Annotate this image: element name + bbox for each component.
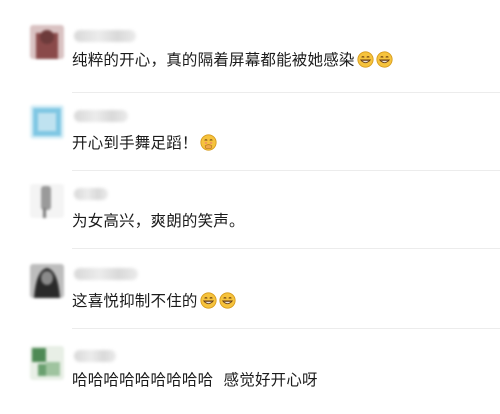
grinning-emoji-icon <box>200 292 217 309</box>
username-blurred[interactable] <box>74 110 128 122</box>
comment-text-content: 开心到手舞足蹈！ <box>72 134 198 152</box>
hand-over-mouth-emoji-icon <box>200 134 217 151</box>
avatar[interactable] <box>30 264 64 298</box>
username-blurred[interactable] <box>74 188 108 200</box>
comment-text: 纯粹的开心，真的隔着屏幕都能被她感染 <box>72 50 393 70</box>
comment-text: 为女高兴，爽朗的笑声。 <box>72 211 245 231</box>
comment-text-content: 为女高兴，爽朗的笑声。 <box>72 212 245 230</box>
avatar[interactable] <box>30 105 64 139</box>
divider <box>72 170 500 171</box>
username-blurred[interactable] <box>74 268 138 280</box>
grinning-emoji-icon <box>376 51 393 68</box>
avatar[interactable] <box>30 346 64 380</box>
username-blurred[interactable] <box>74 350 116 362</box>
comment-text-content: 这喜悦抑制不住的 <box>72 292 198 310</box>
divider <box>72 248 500 249</box>
comment-text: 开心到手舞足蹈！ <box>72 133 217 153</box>
avatar[interactable] <box>30 25 64 59</box>
comment-text: 这喜悦抑制不住的 <box>72 291 236 311</box>
divider <box>72 328 500 329</box>
comment-text-content: 纯粹的开心，真的隔着屏幕都能被她感染 <box>72 51 355 69</box>
comment-text: 哈哈哈哈哈哈哈哈哈 感觉好开心呀 <box>72 370 318 390</box>
avatar[interactable] <box>30 184 64 218</box>
divider <box>72 92 500 93</box>
grinning-emoji-icon <box>219 292 236 309</box>
comment-text-content: 哈哈哈哈哈哈哈哈哈 感觉好开心呀 <box>72 371 318 389</box>
username-blurred[interactable] <box>74 30 136 42</box>
grinning-emoji-icon <box>357 51 374 68</box>
